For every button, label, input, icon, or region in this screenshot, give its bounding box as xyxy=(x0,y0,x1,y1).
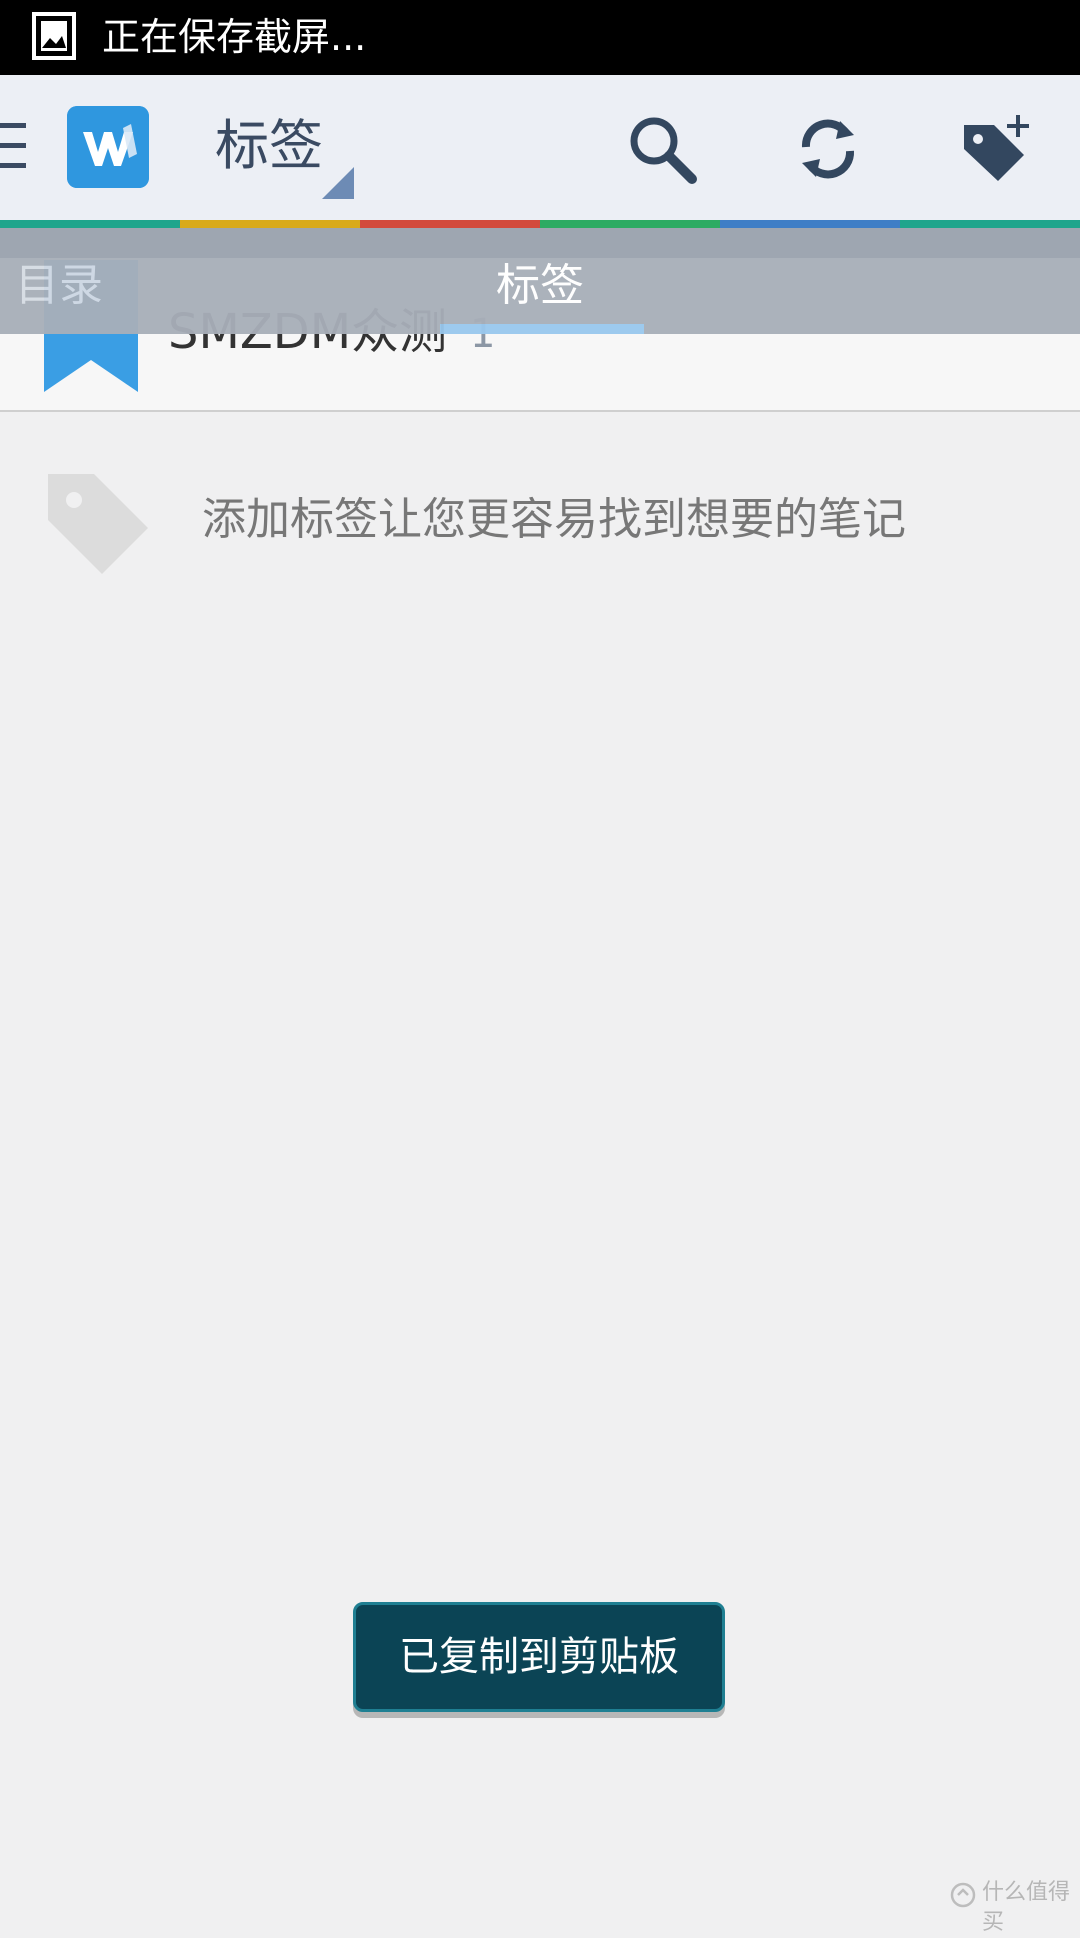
sync-icon[interactable] xyxy=(790,111,866,187)
watermark-text: 什么值得买 xyxy=(982,1880,1071,1935)
color-strip-segment xyxy=(900,220,1080,228)
tab-directory[interactable]: 目录 xyxy=(15,256,103,316)
status-bar: 正在保存截屏... xyxy=(0,0,1080,75)
color-strip-segment xyxy=(540,220,720,228)
color-strip-segment xyxy=(720,220,900,228)
tab-bar-top-strip xyxy=(0,228,1080,258)
page-title[interactable]: 标签 xyxy=(215,111,323,181)
toast-message: 已复制到剪贴板 xyxy=(353,1602,725,1712)
color-strip xyxy=(0,220,1080,228)
color-strip-segment xyxy=(0,220,180,228)
empty-state-message: 添加标签让您更容易找到想要的笔记 xyxy=(202,494,906,545)
watermark-logo-icon xyxy=(950,1882,976,1908)
tab-bar-overlay: 目录 标签 xyxy=(0,228,1080,334)
menu-icon[interactable] xyxy=(0,121,26,171)
app-logo-icon[interactable] xyxy=(67,106,149,188)
dropdown-triangle-icon[interactable] xyxy=(322,167,354,199)
screenshot-icon xyxy=(32,12,76,60)
tag-icon xyxy=(48,474,148,574)
status-text: 正在保存截屏... xyxy=(102,15,367,59)
app-bar: 标签 xyxy=(0,75,1080,220)
color-strip-segment xyxy=(360,220,540,228)
tab-indicator xyxy=(440,324,644,334)
tag-list-item[interactable] xyxy=(0,334,1080,412)
color-strip-segment xyxy=(180,220,360,228)
search-icon[interactable] xyxy=(624,111,700,187)
add-tag-icon[interactable] xyxy=(958,111,1034,187)
tab-tags[interactable]: 标签 xyxy=(496,256,584,316)
